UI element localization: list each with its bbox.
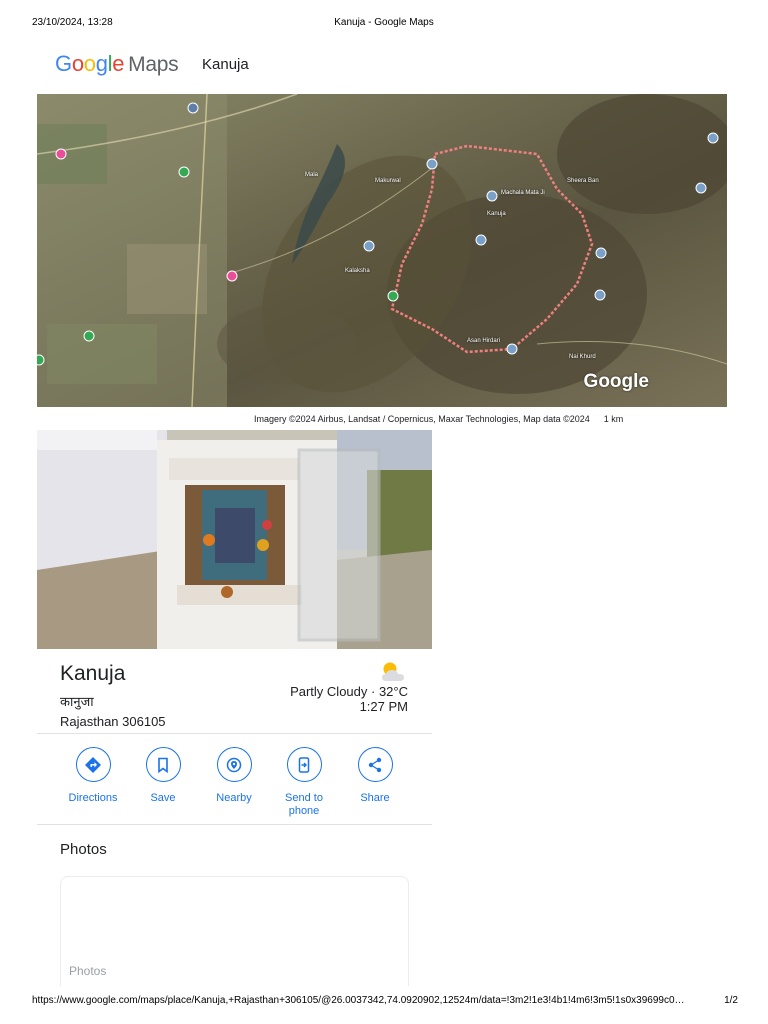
logo-letter-g2: g bbox=[95, 51, 108, 76]
directions-label: Directions bbox=[68, 792, 118, 804]
map-label-kalaksha: Kalaksha bbox=[345, 268, 370, 274]
nearby-label: Nearby bbox=[216, 792, 252, 804]
bookmark-icon bbox=[158, 757, 168, 773]
action-bar: Directions Save Nearby Send to phone Sha… bbox=[37, 747, 432, 817]
partly-cloudy-icon bbox=[382, 662, 404, 681]
nearby-button[interactable]: Nearby bbox=[199, 747, 269, 805]
map-label-kanuja: Kanuja bbox=[487, 211, 506, 217]
send-to-phone-icon bbox=[298, 756, 310, 773]
share-label: Share bbox=[360, 792, 390, 804]
map-label-asan: Asan Hirdari bbox=[467, 338, 501, 344]
map-label-nai-khurd: Nai Khurd bbox=[569, 354, 596, 360]
send-to-phone-button[interactable]: Send to phone bbox=[269, 747, 339, 818]
place-subtitle: कानुजा bbox=[60, 694, 94, 709]
place-photo[interactable] bbox=[37, 430, 432, 649]
logo-letter-o1: o bbox=[71, 51, 84, 76]
nearby-icon bbox=[226, 757, 242, 772]
attribution-text: Imagery ©2024 Airbus, Landsat / Copernic… bbox=[254, 414, 590, 424]
directions-button[interactable]: Directions bbox=[58, 747, 128, 805]
place-title: Kanuja bbox=[60, 662, 126, 685]
map-imagery bbox=[37, 94, 727, 407]
share-button[interactable]: Share bbox=[340, 747, 410, 805]
print-page-title: Kanuja - Google Maps bbox=[334, 17, 434, 28]
satellite-map[interactable]: Kanuja Machala Mata Ji Asan Hirdari Nai … bbox=[37, 94, 727, 407]
map-label-makurwal: Makurwal bbox=[375, 178, 401, 184]
logo-maps-word: Maps bbox=[128, 53, 179, 76]
weather-condition: Partly Cloudy · 32°C bbox=[290, 684, 408, 699]
directions-icon bbox=[85, 756, 101, 773]
header-place-name: Kanuja bbox=[202, 56, 249, 73]
shrine-photo-image bbox=[37, 430, 432, 649]
print-url: https://www.google.com/maps/place/Kanuja… bbox=[32, 995, 685, 1006]
map-attribution: Imagery ©2024 Airbus, Landsat / Copernic… bbox=[254, 414, 623, 424]
nearby-button-circle bbox=[216, 747, 252, 782]
send-to-phone-label: Send to phone bbox=[285, 792, 323, 817]
photos-card-label: Photos bbox=[69, 964, 107, 978]
save-label: Save bbox=[150, 792, 176, 804]
share-button-circle bbox=[357, 747, 393, 782]
weather-time: 1:27 PM bbox=[359, 699, 408, 714]
print-page-number: 1/2 bbox=[724, 995, 738, 1006]
photos-heading: Photos bbox=[60, 841, 107, 858]
directions-button-circle bbox=[75, 747, 111, 782]
divider-top bbox=[37, 733, 432, 734]
save-button[interactable]: Save bbox=[128, 747, 198, 805]
print-header: 23/10/2024, 13:28 Kanuja - Google Maps bbox=[0, 17, 768, 31]
map-label-mala: Mala bbox=[305, 172, 319, 178]
photos-card[interactable]: Photos bbox=[60, 876, 409, 986]
map-label-sheera: Sheera Ban bbox=[567, 178, 599, 184]
logo-letter-e: e bbox=[112, 51, 125, 76]
place-address: Rajasthan 306105 bbox=[60, 714, 166, 729]
share-icon bbox=[368, 757, 382, 772]
send-to-phone-button-circle bbox=[286, 747, 322, 782]
place-info-panel: Kanuja कानुजा Rajasthan 306105 Partly Cl… bbox=[37, 649, 432, 733]
save-button-circle bbox=[145, 747, 181, 782]
logo-letter-o2: o bbox=[83, 51, 96, 76]
logo-letter-g: G bbox=[55, 51, 72, 76]
google-watermark: Google bbox=[583, 371, 649, 392]
print-footer: https://www.google.com/maps/place/Kanuja… bbox=[0, 995, 768, 1009]
map-label-machala-mata: Machala Mata Ji bbox=[501, 190, 545, 196]
map-scale: 1 km bbox=[603, 414, 624, 424]
divider-bottom bbox=[37, 824, 432, 825]
google-maps-logo[interactable]: Google Maps bbox=[55, 51, 179, 79]
